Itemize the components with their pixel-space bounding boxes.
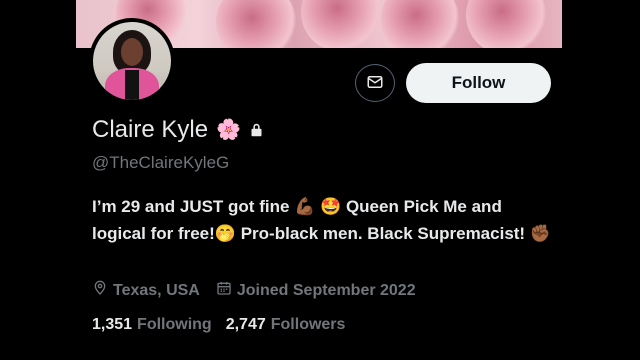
- bio-text-1: I’m 29 and JUST got fine: [92, 197, 295, 216]
- following-link[interactable]: 1,351 Following: [92, 316, 212, 334]
- star-struck-emoji: 🤩: [320, 197, 342, 216]
- name-emoji: 🌸: [216, 119, 241, 141]
- profile-meta: Texas, USA Joined September 2022: [92, 280, 416, 301]
- raised-fist-emoji: ✊🏾: [529, 224, 551, 243]
- followers-label: Followers: [270, 316, 346, 333]
- display-name: Claire Kyle: [92, 116, 209, 143]
- location-pin-icon: [92, 280, 108, 301]
- profile-panel: Follow Claire Kyle 🌸 @TheClaireKyleG I’m…: [76, 0, 562, 360]
- followers-count: 2,747: [225, 316, 266, 333]
- location-text: Texas, USA: [113, 281, 200, 299]
- avatar[interactable]: [89, 18, 175, 104]
- envelope-icon: [366, 73, 384, 94]
- message-button[interactable]: [355, 64, 395, 102]
- following-count: 1,351: [92, 316, 133, 333]
- profile-bio: I’m 29 and JUST got fine 💪🏾 🤩 Queen Pick…: [92, 193, 552, 247]
- flexed-bicep-emoji: 💪🏾: [294, 197, 316, 216]
- lock-icon: [249, 122, 264, 138]
- following-label: Following: [137, 316, 212, 333]
- name-row: Claire Kyle 🌸: [92, 116, 264, 144]
- join-date: Joined September 2022: [216, 280, 416, 301]
- followers-link[interactable]: 2,747 Followers: [226, 316, 346, 334]
- avatar-photo: [93, 22, 171, 100]
- profile-handle: @TheClaireKyleG: [92, 153, 230, 172]
- follow-button[interactable]: Follow: [406, 63, 551, 103]
- bio-text-3: Pro-black men. Black Supremacist!: [235, 224, 530, 243]
- calendar-icon: [216, 280, 232, 301]
- follow-stats: 1,351 Following 2,747 Followers: [92, 316, 345, 334]
- location: Texas, USA: [92, 280, 200, 301]
- hand-over-mouth-emoji: 🤭: [214, 224, 236, 243]
- join-date-text: Joined September 2022: [236, 281, 416, 299]
